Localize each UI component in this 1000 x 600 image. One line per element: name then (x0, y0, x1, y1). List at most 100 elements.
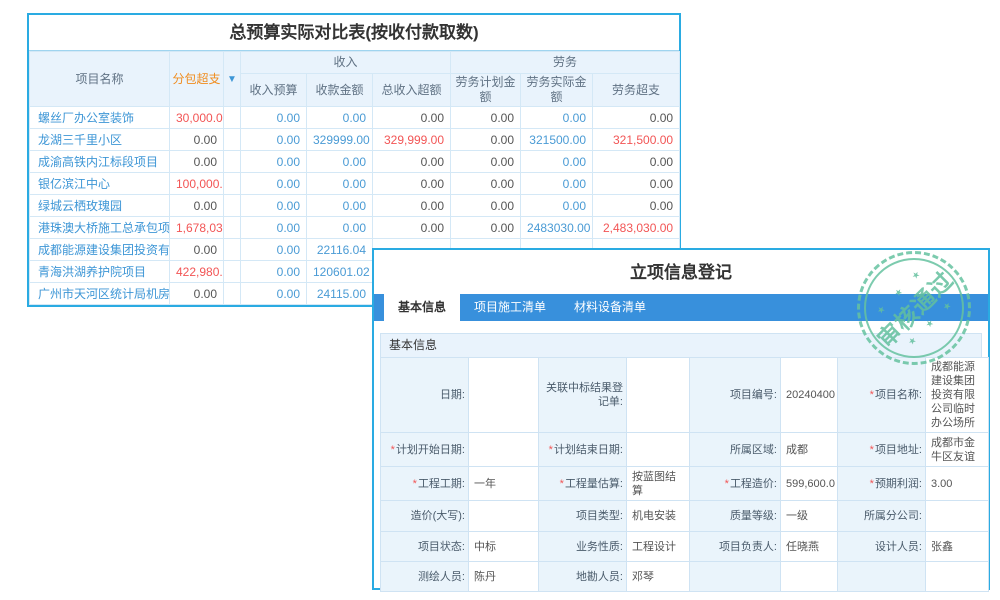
col-header-subcontract-over[interactable]: 分包超支 (170, 52, 224, 107)
amount-cell: 0.00 (307, 217, 373, 239)
amount-cell: 321,500.00 (593, 129, 680, 151)
field-value-project-cost[interactable]: 599,600.0 (781, 467, 838, 501)
amount-cell: 2,483,030.00 (593, 217, 680, 239)
tab-construction-list[interactable]: 项目施工清单 (460, 294, 560, 321)
tab-basic-info[interactable]: 基本信息 (384, 294, 460, 321)
table-row: 港珠澳大桥施工总承包项目 1,678,033.00 0.00 0.00 0.00… (30, 217, 680, 239)
amount-cell: 329999.00 (307, 129, 373, 151)
field-label-project-name: *项目名称: (838, 358, 926, 433)
amount-cell: 1,678,033.00 (170, 217, 224, 239)
field-value-branch-company[interactable] (926, 501, 989, 532)
form-row: 测绘人员: 陈丹 地勘人员: 邓琴 (381, 562, 989, 592)
form-row: *工程工期: 一年 *工程量估算: 按蓝图结算 *工程造价: 599,600.0… (381, 467, 989, 501)
amount-cell: 0.00 (373, 195, 451, 217)
amount-cell: 0.00 (170, 195, 224, 217)
field-value-date[interactable] (469, 358, 539, 433)
amount-cell: 329,999.00 (373, 129, 451, 151)
amount-cell: 0.00 (373, 107, 451, 129)
form-row: 造价(大写): 项目类型: 机电安装 质量等级: 一级 所属分公司: (381, 501, 989, 532)
field-value-project-type[interactable]: 机电安装 (627, 501, 690, 532)
field-label-plan-end-date: *计划结束日期: (539, 433, 627, 467)
field-label-empty (838, 562, 926, 592)
field-value-plan-end-date[interactable] (627, 433, 690, 467)
amount-cell: 422,980.00 (170, 261, 224, 283)
field-value-plan-start-date[interactable] (469, 433, 539, 467)
amount-cell: 0.00 (307, 195, 373, 217)
field-value-linked-bid-result[interactable] (627, 358, 690, 433)
section-title-basic-info: 基本信息 (380, 333, 982, 357)
field-label-cost-in-words: 造价(大写): (381, 501, 469, 532)
form-row: 项目状态: 中标 业务性质: 工程设计 项目负责人: 任晓燕 设计人员: 张鑫 (381, 532, 989, 562)
amount-cell: 2483030.00 (521, 217, 593, 239)
table-row: 银亿滨江中心 100,000.00 0.00 0.00 0.00 0.00 0.… (30, 173, 680, 195)
field-label-project-manager: 项目负责人: (690, 532, 781, 562)
col-header-labor-actual: 劳务实际金额 (521, 74, 593, 107)
field-value-region[interactable]: 成都 (781, 433, 838, 467)
field-label-project-status: 项目状态: (381, 532, 469, 562)
amount-cell: 0.00 (451, 151, 521, 173)
project-link[interactable]: 广州市天河区统计局机房改造 (30, 283, 170, 305)
project-link[interactable]: 成都能源建设集团投资有限公司 (30, 239, 170, 261)
tab-bar: 基本信息 项目施工清单 材料设备清单 (374, 294, 988, 321)
amount-cell: 0.00 (307, 107, 373, 129)
project-link[interactable]: 港珠澳大桥施工总承包项目 (30, 217, 170, 239)
project-link[interactable]: 绿城云栖玫瑰园 (30, 195, 170, 217)
col-header-income-received: 收款金额 (307, 74, 373, 107)
field-label-plan-start-date: *计划开始日期: (381, 433, 469, 467)
field-value-project-address[interactable]: 成都市金牛区友谊 (926, 433, 989, 467)
amount-cell: 0.00 (241, 129, 307, 151)
field-label-project-cost: *工程造价: (690, 467, 781, 501)
amount-cell: 0.00 (241, 283, 307, 305)
field-value-project-status[interactable]: 中标 (469, 532, 539, 562)
amount-cell: 0.00 (170, 129, 224, 151)
field-value-quantity-estimate[interactable]: 按蓝图结算 (627, 467, 690, 501)
amount-cell: 0.00 (373, 173, 451, 195)
field-label-empty (690, 562, 781, 592)
registration-title: 立项信息登记 (374, 250, 988, 294)
amount-cell: 0.00 (451, 217, 521, 239)
amount-cell: 0.00 (451, 195, 521, 217)
field-label-geotechnical: 地勘人员: (539, 562, 627, 592)
amount-cell: 0.00 (170, 283, 224, 305)
field-value-project-number[interactable]: 20240400 (781, 358, 838, 433)
field-value-project-duration[interactable]: 一年 (469, 467, 539, 501)
project-link[interactable]: 银亿滨江中心 (30, 173, 170, 195)
field-label-expected-profit: *预期利润: (838, 467, 926, 501)
field-label-quantity-estimate: *工程量估算: (539, 467, 627, 501)
amount-cell: 0.00 (451, 107, 521, 129)
amount-cell: 0.00 (241, 239, 307, 261)
field-value-empty[interactable] (781, 562, 838, 592)
field-value-empty[interactable] (926, 562, 989, 592)
amount-cell: 0.00 (241, 195, 307, 217)
amount-cell: 0.00 (593, 195, 680, 217)
field-value-cost-in-words[interactable] (469, 501, 539, 532)
amount-cell: 0.00 (241, 217, 307, 239)
field-value-geotechnical[interactable]: 邓琴 (627, 562, 690, 592)
table-row: 龙湖三千里小区 0.00 0.00 329999.00 329,999.00 0… (30, 129, 680, 151)
amount-cell: 0.00 (451, 129, 521, 151)
table-row: 成渝高铁内江标段项目 0.00 0.00 0.00 0.00 0.00 0.00… (30, 151, 680, 173)
tab-material-equipment-list[interactable]: 材料设备清单 (560, 294, 660, 321)
field-value-project-manager[interactable]: 任晓燕 (781, 532, 838, 562)
field-value-project-name[interactable]: 成都能源建设集团投资有限公司临时办公场所 (926, 358, 989, 433)
table-row: 螺丝厂办公室装饰 30,000.00 0.00 0.00 0.00 0.00 0… (30, 107, 680, 129)
field-label-designer: 设计人员: (838, 532, 926, 562)
amount-cell: 0.00 (593, 107, 680, 129)
comparison-table-title: 总预算实际对比表(按收付款取数) (29, 15, 679, 51)
amount-cell: 0.00 (521, 195, 593, 217)
registration-form: 日期: 关联中标结果登记单: 项目编号: 20240400 *项目名称: 成都能… (380, 357, 989, 592)
amount-cell: 22116.04 (307, 239, 373, 261)
project-link[interactable]: 青海洪湖养护院项目 (30, 261, 170, 283)
field-value-quality-grade[interactable]: 一级 (781, 501, 838, 532)
field-value-expected-profit[interactable]: 3.00 (926, 467, 989, 501)
field-label-project-type: 项目类型: (539, 501, 627, 532)
sort-desc-icon[interactable]: ▼ (224, 52, 241, 107)
amount-cell: 0.00 (170, 151, 224, 173)
field-value-business-nature[interactable]: 工程设计 (627, 532, 690, 562)
project-link[interactable]: 龙湖三千里小区 (30, 129, 170, 151)
col-group-labor: 劳务 (451, 52, 680, 74)
field-value-designer[interactable]: 张鑫 (926, 532, 989, 562)
project-link[interactable]: 成渝高铁内江标段项目 (30, 151, 170, 173)
field-value-surveyor[interactable]: 陈丹 (469, 562, 539, 592)
project-link[interactable]: 螺丝厂办公室装饰 (30, 107, 170, 129)
